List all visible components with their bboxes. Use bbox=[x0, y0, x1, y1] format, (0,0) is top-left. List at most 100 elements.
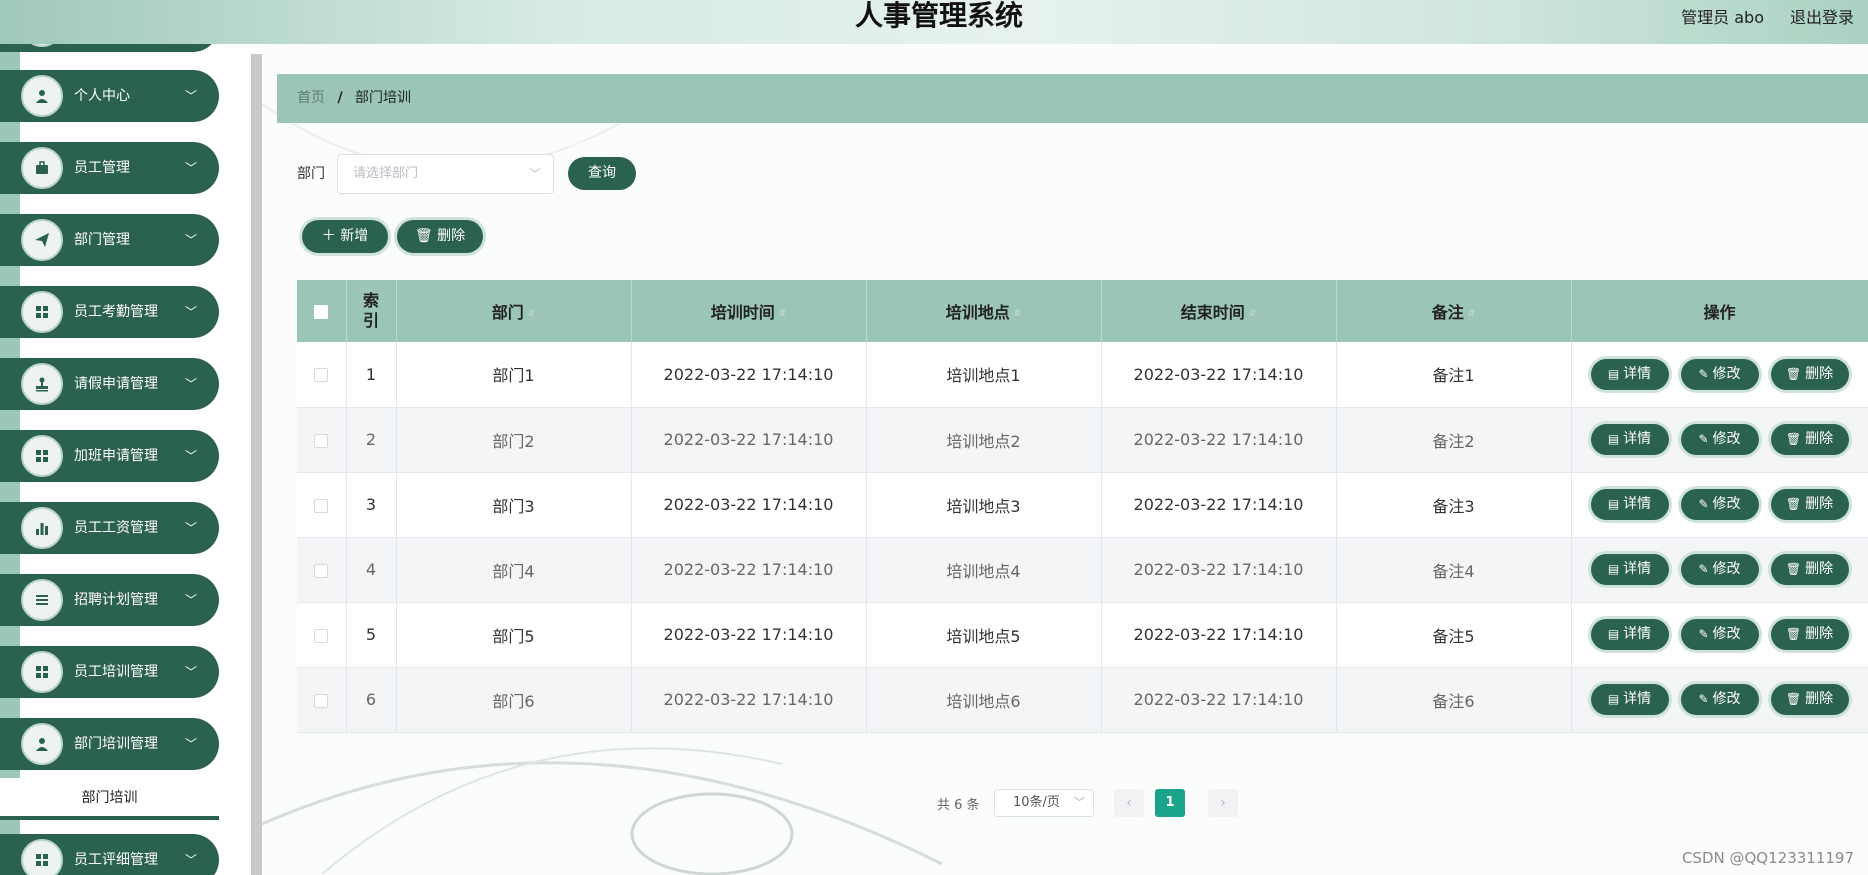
sidebar-item-4[interactable]: 员工考勤管理 ﹀ bbox=[0, 286, 219, 338]
table-row: 6 部门6 2022-03-22 17:14:10 培训地点6 2022-03-22 1… bbox=[297, 667, 1868, 733]
batch-delete-label: 删除 bbox=[437, 228, 466, 244]
sidebar-item-9[interactable]: 员工培训管理 ﹀ bbox=[0, 646, 219, 698]
page-number-1[interactable]: 1 bbox=[1155, 789, 1185, 817]
row-checkbox[interactable] bbox=[314, 498, 329, 513]
cell-ops: ▤ 详情 ✎ 修改 🗑 删除 bbox=[1571, 472, 1868, 538]
edit-button[interactable]: ✎ 修改 bbox=[1680, 489, 1759, 520]
select-all-checkbox[interactable] bbox=[314, 305, 329, 319]
detail-button[interactable]: ▤ 详情 bbox=[1590, 489, 1669, 520]
cell-index: 4 bbox=[346, 537, 397, 603]
col-place-label: 培训地点 bbox=[945, 303, 1010, 322]
sidebar-item-label: 加班申请管理 bbox=[74, 448, 158, 464]
sidebar-item-label: 员工工资管理 bbox=[74, 520, 158, 536]
cell-index: 3 bbox=[346, 472, 397, 538]
sidebar-subitem-dept-training[interactable]: 部门培训 bbox=[0, 778, 219, 820]
top-header: 人事管理系统 管理员 abo 退出登录 bbox=[0, 0, 1868, 44]
batch-delete-button[interactable]: 🗑 删除 bbox=[397, 220, 483, 253]
sort-icon[interactable]: ⇵ bbox=[1468, 309, 1476, 319]
row-checkbox[interactable] bbox=[314, 433, 329, 448]
pencil-icon: ✎ bbox=[1698, 432, 1709, 446]
sidebar-item-2[interactable]: 员工管理 ﹀ bbox=[0, 142, 219, 194]
delete-button-label: 删除 bbox=[1805, 561, 1834, 577]
chevron-down-icon: ﹀ bbox=[184, 161, 197, 175]
sidebar-item-label: 招聘计划管理 bbox=[74, 592, 158, 608]
row-checkbox[interactable] bbox=[314, 628, 329, 643]
sidebar-item-label: 员工评细管理 bbox=[74, 852, 158, 868]
briefcase-icon bbox=[21, 147, 63, 189]
delete-button[interactable]: 🗑 删除 bbox=[1770, 684, 1849, 715]
detail-button[interactable]: ▤ 详情 bbox=[1590, 358, 1669, 390]
user-icon bbox=[21, 723, 63, 765]
row-select-cell bbox=[297, 602, 347, 668]
cell-remark: 备注3 bbox=[1336, 472, 1572, 538]
edit-button[interactable]: ✎ 修改 bbox=[1680, 358, 1759, 390]
sort-icon[interactable]: ⇵ bbox=[1249, 309, 1257, 319]
breadcrumb-home-link[interactable]: 首页 bbox=[297, 90, 325, 106]
document-icon: ▤ bbox=[1607, 627, 1620, 641]
detail-button-label: 详情 bbox=[1623, 365, 1652, 382]
sort-icon[interactable]: ⇵ bbox=[779, 309, 787, 319]
detail-button-label: 详情 bbox=[1623, 626, 1652, 642]
col-place[interactable]: 培训地点 ⇵ bbox=[866, 280, 1102, 342]
trash-icon: 🗑 bbox=[1785, 366, 1802, 381]
table-row: 3 部门3 2022-03-22 17:14:10 培训地点3 2022-03-22 1… bbox=[297, 472, 1868, 538]
detail-button[interactable]: ▤ 详情 bbox=[1590, 554, 1669, 585]
sidebar-item-6[interactable]: 加班申请管理 ﹀ bbox=[0, 430, 219, 482]
row-checkbox[interactable] bbox=[314, 563, 329, 578]
bar-chart-icon bbox=[21, 507, 63, 549]
page-size-select[interactable]: 10条/页 ﹀ bbox=[994, 789, 1094, 817]
sidebar-item-11[interactable]: 员工评细管理 ﹀ bbox=[0, 834, 219, 875]
detail-button[interactable]: ▤ 详情 bbox=[1590, 424, 1669, 455]
edit-button[interactable]: ✎ 修改 bbox=[1680, 424, 1759, 455]
sidebar: 个人中心 ﹀ 员工管理 ﹀ 部门管理 ﹀ 员工考勤管理 ﹀ 请假申请管理 ﹀ 加班申请管理 ﹀ 员工工资… bbox=[0, 44, 262, 875]
chevron-down-icon: ﹀ bbox=[184, 449, 197, 463]
delete-button[interactable]: 🗑 删除 bbox=[1770, 424, 1849, 455]
edit-button[interactable]: ✎ 修改 bbox=[1680, 619, 1759, 650]
sidebar-item-1[interactable]: 个人中心 ﹀ bbox=[0, 70, 219, 122]
delete-button[interactable]: 🗑 删除 bbox=[1770, 554, 1849, 585]
sidebar-item-8[interactable]: 招聘计划管理 ﹀ bbox=[0, 574, 219, 626]
next-page-button[interactable]: › bbox=[1208, 789, 1238, 817]
sidebar-item-clipped[interactable] bbox=[0, 44, 219, 52]
add-button[interactable]: ＋ 新增 bbox=[302, 220, 388, 253]
logout-link[interactable]: 退出登录 bbox=[1790, 4, 1854, 28]
delete-button[interactable]: 🗑 删除 bbox=[1770, 358, 1849, 390]
sidebar-item-3[interactable]: 部门管理 ﹀ bbox=[0, 214, 219, 266]
delete-button[interactable]: 🗑 删除 bbox=[1770, 619, 1849, 650]
sidebar-item-10[interactable]: 部门培训管理 ﹀ bbox=[0, 718, 219, 770]
breadcrumb-current: 部门培训 bbox=[355, 90, 412, 106]
sidebar-item-7[interactable]: 员工工资管理 ﹀ bbox=[0, 502, 219, 554]
col-remark[interactable]: 备注 ⇵ bbox=[1336, 280, 1572, 342]
sort-icon[interactable]: ⇵ bbox=[1014, 309, 1022, 319]
watermark: CSDN @QQ123311197 bbox=[1681, 849, 1854, 867]
detail-button[interactable]: ▤ 详情 bbox=[1590, 684, 1669, 715]
plus-icon: ＋ bbox=[321, 228, 336, 244]
chevron-down-icon: ﹀ bbox=[184, 737, 197, 751]
cell-dept: 部门2 bbox=[396, 407, 632, 473]
row-checkbox[interactable] bbox=[314, 368, 329, 383]
query-button[interactable]: 查询 bbox=[568, 157, 636, 190]
delete-button[interactable]: 🗑 删除 bbox=[1770, 489, 1849, 520]
edit-button[interactable]: ✎ 修改 bbox=[1680, 554, 1759, 585]
trash-icon: 🗑 bbox=[1785, 627, 1802, 641]
col-train-time[interactable]: 培训时间 ⇵ bbox=[631, 280, 867, 342]
sidebar-item-5[interactable]: 请假申请管理 ﹀ bbox=[0, 358, 219, 410]
cell-end-time: 2022-03-22 17:14:10 bbox=[1101, 537, 1337, 603]
prev-page-button[interactable]: ‹ bbox=[1114, 789, 1144, 817]
edit-button-label: 修改 bbox=[1712, 431, 1741, 447]
edit-button[interactable]: ✎ 修改 bbox=[1680, 684, 1759, 715]
sidebar-scrollbar[interactable] bbox=[251, 54, 262, 875]
sort-icon[interactable]: ⇵ bbox=[528, 309, 536, 319]
chevron-down-icon: ﹀ bbox=[184, 665, 197, 679]
row-select-cell bbox=[297, 537, 347, 603]
detail-button[interactable]: ▤ 详情 bbox=[1590, 619, 1669, 650]
cell-train-time: 2022-03-22 17:14:10 bbox=[631, 602, 867, 668]
col-end-time[interactable]: 结束时间 ⇵ bbox=[1101, 280, 1337, 342]
col-ops-label: 操作 bbox=[1703, 303, 1736, 322]
row-checkbox[interactable] bbox=[314, 693, 329, 708]
list-icon bbox=[21, 579, 63, 621]
detail-button-label: 详情 bbox=[1623, 431, 1652, 447]
dept-select[interactable]: 请选择部门 ﹀ bbox=[337, 154, 554, 194]
cell-dept: 部门1 bbox=[396, 342, 632, 408]
col-dept[interactable]: 部门 ⇵ bbox=[396, 280, 632, 342]
